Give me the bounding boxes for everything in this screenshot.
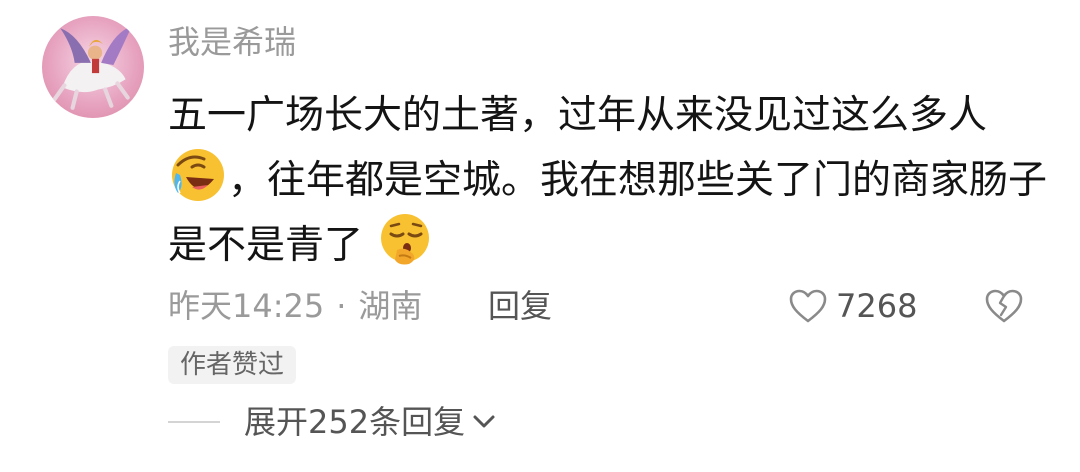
like-count: 7268 (836, 287, 918, 325)
reply-button[interactable]: 回复 (488, 284, 552, 328)
comment-text-part2: ，往年都是空城。我在想那些关了门的商家肠子是不是青了 (168, 158, 1048, 268)
expand-replies-button[interactable]: 展开252条回复 (168, 400, 497, 444)
avatar-image (52, 26, 132, 110)
author-liked-badge: 作者赞过 (168, 346, 297, 384)
meta-separator: · (336, 287, 347, 325)
divider-line (168, 421, 220, 423)
heart-outline-icon (789, 289, 827, 323)
avatar[interactable] (42, 16, 144, 118)
username[interactable]: 我是希瑞 (168, 22, 296, 62)
comment-meta: 昨天14:25 · 湖南 (168, 284, 422, 328)
chevron-down-icon (473, 415, 495, 428)
comment-text: 五一广场长大的土著，过年从来没见过这么多人 ，往年都是空城。我在想那些关了门的商… (168, 84, 1048, 277)
comment-text-part1: 五一广场长大的土著，过年从来没见过这么多人 (168, 93, 988, 138)
broken-heart-icon (985, 289, 1023, 323)
dislike-button[interactable] (984, 288, 1024, 324)
like-button[interactable]: 7268 (788, 284, 917, 328)
comment-time: 昨天14:25 (168, 287, 325, 325)
laughing-crying-emoji-icon (170, 147, 226, 203)
expand-replies-label: 展开252条回复 (244, 403, 466, 441)
comment-location: 湖南 (358, 287, 423, 325)
pensive-hand-on-chin-emoji-icon (377, 212, 433, 268)
